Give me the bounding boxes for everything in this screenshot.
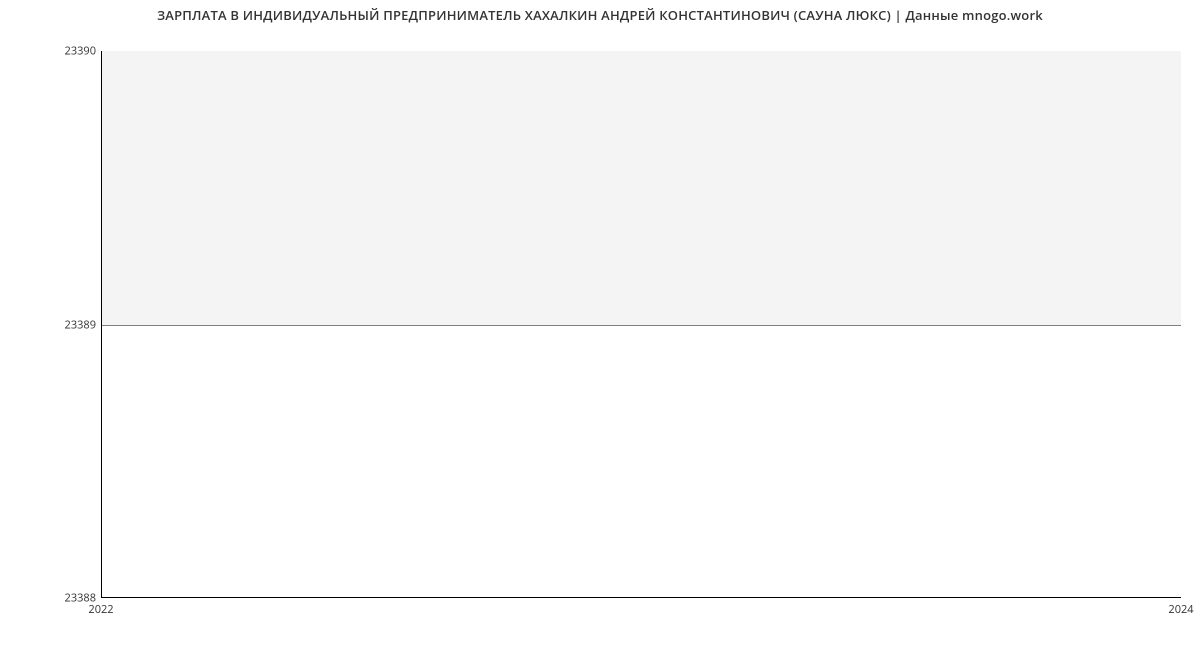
- x-tick-label: 2024: [1168, 602, 1193, 617]
- chart-title: ЗАРПЛАТА В ИНДИВИДУАЛЬНЫЙ ПРЕДПРИНИМАТЕЛ…: [0, 6, 1200, 24]
- y-tick-label: 23389: [36, 317, 96, 332]
- chart-container: ЗАРПЛАТА В ИНДИВИДУАЛЬНЫЙ ПРЕДПРИНИМАТЕЛ…: [0, 0, 1200, 650]
- plot-shaded-region: [102, 51, 1181, 325]
- x-tick-label: 2022: [88, 602, 113, 617]
- y-tick-label: 23390: [36, 44, 96, 59]
- data-line: [102, 325, 1181, 326]
- y-tick-label: 23388: [36, 591, 96, 606]
- plot-area: [101, 51, 1181, 598]
